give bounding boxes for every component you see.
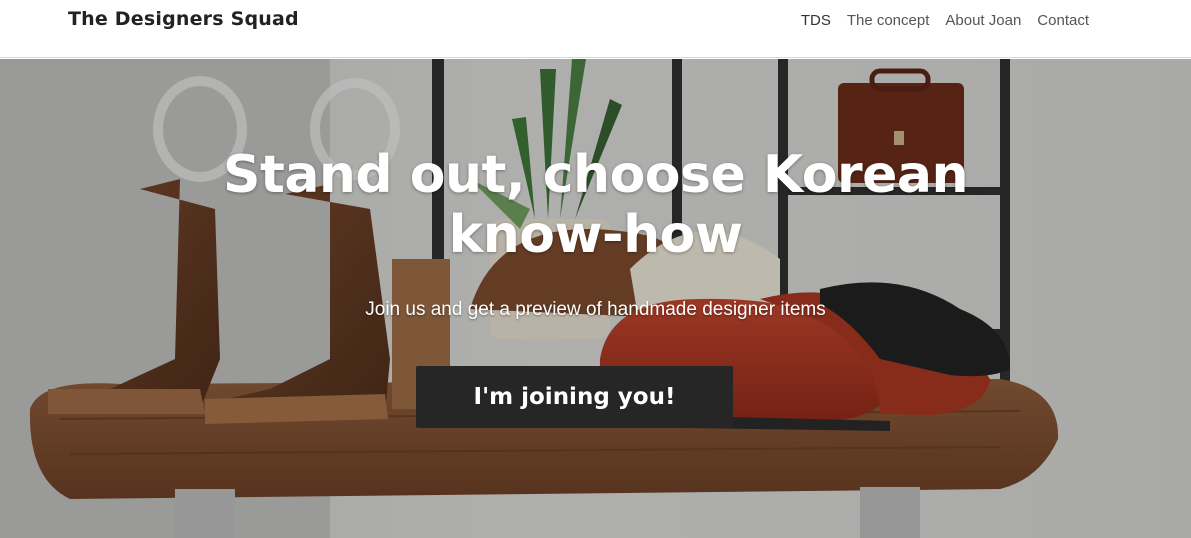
brand-logo[interactable]: The Designers Squad — [68, 8, 299, 30]
nav-item-tds[interactable]: TDS — [801, 12, 831, 29]
nav-item-contact[interactable]: Contact — [1037, 12, 1089, 29]
nav-item-the-concept[interactable]: The concept — [847, 12, 930, 29]
hero-title-line-2: know-how — [448, 205, 743, 265]
join-cta-button[interactable]: I'm joining you! — [416, 366, 733, 428]
hero-subtitle: Join us and get a preview of handmade de… — [365, 299, 826, 320]
site-header: The Designers Squad TDS The concept Abou… — [0, 0, 1191, 58]
hero-section: Stand out, choose Korean know-how Join u… — [0, 59, 1191, 538]
nav-item-about-joan[interactable]: About Joan — [945, 12, 1021, 29]
hero-title: Stand out, choose Korean know-how — [0, 145, 1191, 265]
hero-title-line-1: Stand out, choose Korean — [223, 145, 968, 205]
main-nav: TDS The concept About Joan Contact — [801, 12, 1089, 29]
